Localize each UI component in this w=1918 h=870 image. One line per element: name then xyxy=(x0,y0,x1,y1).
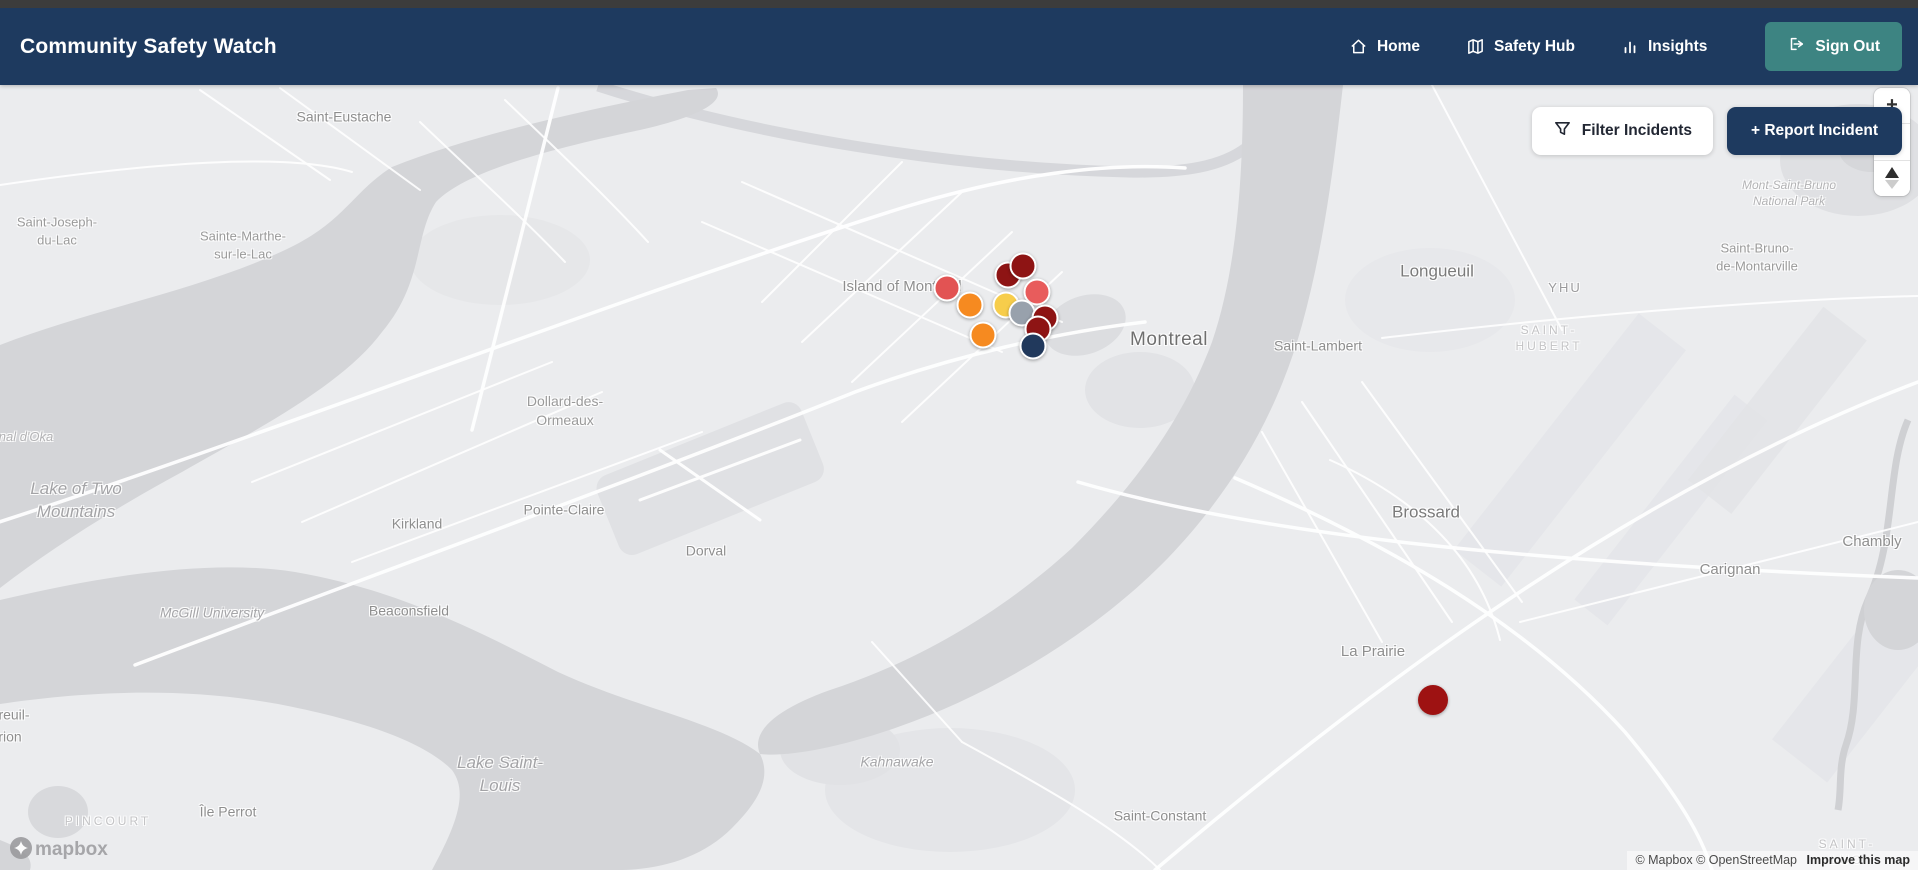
nav-safety-hub-label: Safety Hub xyxy=(1494,37,1575,55)
nav-item-insights[interactable]: Insights xyxy=(1621,38,1707,56)
map-attribution: © Mapbox © OpenStreetMap Improve this ma… xyxy=(1627,851,1918,870)
incident-marker[interactable] xyxy=(1019,332,1047,360)
incident-marker[interactable] xyxy=(933,274,961,302)
top-dark-strip xyxy=(0,0,1918,8)
nav-item-home[interactable]: Home xyxy=(1349,37,1420,56)
compass-south-icon xyxy=(1885,180,1899,190)
nav-home-label: Home xyxy=(1376,37,1421,55)
filter-incidents-label: Filter Incidents xyxy=(1581,122,1692,139)
home-icon xyxy=(1349,37,1368,56)
funnel-icon xyxy=(1553,119,1572,143)
filter-incidents-button[interactable]: Filter Incidents xyxy=(1531,107,1713,155)
app-header: Community Safety Watch Home Safety Hub I… xyxy=(0,8,1918,85)
nav-insights-label: Insights xyxy=(1648,37,1708,55)
report-incident-button[interactable]: + Report Incident xyxy=(1726,107,1902,155)
sign-out-button[interactable]: Sign Out xyxy=(1765,22,1902,71)
nav-item-safety-hub[interactable]: Safety Hub xyxy=(1466,37,1575,56)
mapbox-logo[interactable]: mapbox xyxy=(8,835,120,866)
bar-chart-icon xyxy=(1621,38,1639,56)
incident-marker[interactable] xyxy=(1009,252,1037,280)
report-incident-label: + Report Incident xyxy=(1750,122,1878,139)
map-icon xyxy=(1466,37,1485,56)
incident-marker[interactable] xyxy=(956,291,984,319)
compass-north-icon xyxy=(1885,167,1899,179)
app-title: Community Safety Watch xyxy=(20,34,277,58)
improve-map-link[interactable]: Improve this map xyxy=(1807,853,1911,867)
mapbox-copyright[interactable]: © Mapbox xyxy=(1635,853,1692,867)
main-nav: Home Safety Hub Insights Sign Out xyxy=(1349,22,1918,71)
incident-marker[interactable] xyxy=(1418,685,1448,715)
compass-button[interactable] xyxy=(1874,159,1910,196)
osm-copyright[interactable]: © OpenStreetMap xyxy=(1696,853,1797,867)
mapbox-wordmark: mapbox xyxy=(35,839,108,860)
incident-marker[interactable] xyxy=(969,321,997,349)
sign-out-label: Sign Out xyxy=(1815,37,1880,55)
sign-out-icon xyxy=(1787,35,1805,58)
